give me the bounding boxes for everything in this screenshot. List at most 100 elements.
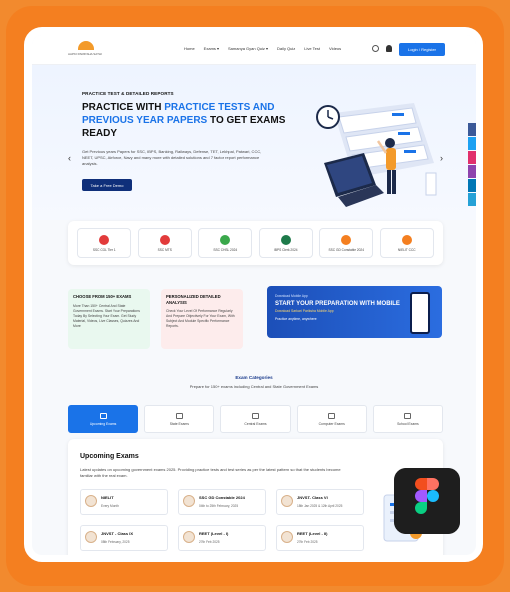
exam-name: REET (Level - II) — [297, 531, 328, 536]
exam-chip-label: SSC GD Constable 2024 — [328, 247, 364, 252]
exam-card[interactable]: SSC GD Constable 2024 04th to 25th Februa… — [178, 489, 266, 515]
exam-name: SSC GD Constable 2024 — [199, 495, 245, 500]
government-icon — [252, 412, 259, 419]
tab-central-exams[interactable]: Central Exams — [220, 405, 291, 433]
exam-chip[interactable]: SSC GD Constable 2024 — [319, 228, 374, 258]
mobile-app-banner[interactable]: Download Mobile App START YOUR PREPARATI… — [267, 286, 442, 338]
telegram-icon[interactable] — [468, 193, 476, 206]
tab-label: State Exams — [169, 421, 189, 426]
tab-state-exams[interactable]: State Exams — [144, 405, 215, 433]
app-banner-eyebrow: Download Mobile App — [275, 294, 308, 298]
exam-date: 08th February, 2025 — [101, 540, 130, 544]
nav-link-videos[interactable]: Videos — [329, 46, 341, 51]
login-register-button[interactable]: Login / Register — [399, 43, 445, 56]
exam-chip[interactable]: IBPS Clerk 2024 — [258, 228, 313, 258]
hero-section: ‹ › PRACTICE TEST & DETAILED REPORTS PRA… — [32, 65, 476, 220]
ssc-logo-icon — [99, 234, 110, 245]
tab-school-exams[interactable]: School Exams — [372, 405, 444, 433]
ssc-logo-icon — [341, 234, 352, 245]
computer-icon — [328, 412, 336, 419]
ssc-logo-icon — [159, 234, 170, 245]
feature-card-exams: CHOOSE FROM 150+ EXAMS More Than 150+ Ce… — [68, 289, 150, 349]
twitter-icon[interactable] — [468, 137, 476, 150]
app-banner-title: START YOUR PREPARATION WITH MOBILE — [275, 301, 400, 307]
tab-label: School Exams — [397, 421, 419, 426]
feature-card-analysis: PERSONALIZED DETAILED ANALYSIS Check You… — [161, 289, 243, 349]
search-icon[interactable] — [372, 45, 379, 52]
exam-date: 27th Feb 2025 — [199, 540, 220, 544]
exam-card[interactable]: REET (Level - II) 27th Feb 2025 — [276, 525, 364, 551]
share-icon[interactable] — [468, 165, 476, 178]
app-banner-tagline: Practice anytime, anywhere — [275, 317, 317, 321]
exam-logo-icon — [281, 495, 293, 507]
exam-date: Every Month — [101, 504, 119, 508]
facebook-icon[interactable] — [468, 123, 476, 136]
social-share-bar — [468, 123, 476, 206]
hero-description: Get Previous years Papers for SSC, IBPS,… — [82, 149, 262, 166]
upcoming-exams-title: Upcoming Exams — [80, 453, 139, 460]
figma-logo-icon — [394, 468, 460, 534]
exam-logo-icon — [85, 495, 97, 507]
tab-upcoming-exams[interactable]: Upcoming Exams — [68, 405, 139, 433]
instagram-icon[interactable] — [468, 151, 476, 164]
calendar-icon — [99, 412, 107, 419]
nav-links: Home Exams ▾ Samanya Gyan Quiz ▾ Daily Q… — [184, 46, 341, 51]
exam-chip[interactable]: SSC MTS — [137, 228, 192, 258]
nav-link-exams[interactable]: Exams ▾ — [204, 46, 219, 51]
exam-chip-label: IBPS Clerk 2024 — [273, 247, 298, 252]
nav-link-samanya-gyan-quiz[interactable]: Samanya Gyan Quiz ▾ — [228, 46, 268, 51]
exam-chip-label: SSC CHSL 2024 — [213, 247, 238, 252]
tab-label: Central Exams — [244, 421, 267, 426]
app-banner-subtitle: Download Sarkari Pariksha Mobile App — [275, 309, 334, 313]
exam-chip-label: NIELIT CCC — [397, 247, 416, 252]
site-logo[interactable]: AAPKI PARIKSHA SATHI — [68, 41, 104, 59]
tab-label: Computer Exams — [318, 421, 345, 426]
bell-icon[interactable] — [386, 45, 392, 52]
feature-body: More Than 150+ Central And State Governm… — [73, 303, 140, 328]
feature-title: PERSONALIZED DETAILED ANALYSIS — [166, 294, 221, 305]
hero-title: PRACTICE WITH PRACTICE TESTS AND PREVIOU… — [82, 101, 292, 140]
exam-chip[interactable]: SSC CHSL 2024 — [198, 228, 253, 258]
nav-link-daily-quiz[interactable]: Daily Quiz — [277, 46, 295, 51]
exam-name: JNVST- Class VI — [297, 495, 328, 500]
exam-card[interactable]: JNVST- Class VI 18th Jan 2025 & 12th Apri… — [276, 489, 364, 515]
exam-chip[interactable]: SSC CGL Tier 1 — [77, 228, 132, 258]
hero-title-part-1: PRACTICE WITH — [82, 102, 165, 113]
exam-date: 04th to 25th February, 2025 — [199, 504, 239, 508]
exam-card[interactable]: JNVST - Class IX 08th February, 2025 — [80, 525, 168, 551]
exam-chip-label: SSC MTS — [157, 247, 172, 252]
exam-name: REET (Level - I) — [199, 531, 229, 536]
exam-card[interactable]: REET (Level - I) 27th Feb 2025 — [178, 525, 266, 551]
linkedin-icon[interactable] — [468, 179, 476, 192]
school-icon — [404, 412, 412, 419]
ssc-logo-icon — [220, 234, 231, 245]
tab-computer-exams[interactable]: Computer Exams — [296, 405, 367, 433]
building-icon — [175, 412, 183, 419]
hero-illustration — [316, 103, 437, 207]
exam-categories-header: Exam Categories Prepare for 150+ exams i… — [32, 375, 476, 389]
take-free-demo-button[interactable]: Take a Free Demo — [82, 179, 132, 191]
hero-eyebrow: PRACTICE TEST & DETAILED REPORTS — [82, 91, 174, 96]
exam-logo-icon — [183, 495, 195, 507]
exam-chip-label: SSC CGL Tier 1 — [92, 247, 116, 252]
hero-prev-arrow[interactable]: ‹ — [68, 153, 71, 163]
nav-link-live-test[interactable]: Live Test — [304, 46, 320, 51]
ibps-logo-icon — [280, 234, 291, 245]
exam-chip[interactable]: NIELIT CCC — [379, 228, 434, 258]
exam-date: 27th Feb 2025 — [297, 540, 318, 544]
top-navbar: AAPKI PARIKSHA SATHI Home Exams ▾ Samany… — [32, 35, 476, 65]
exam-name: JNVST - Class IX — [101, 531, 134, 536]
exam-date: 18th Jan 2025 & 12th April 2025 — [297, 504, 343, 508]
nielit-logo-icon — [401, 234, 412, 245]
nav-link-home[interactable]: Home — [184, 46, 195, 51]
exam-logo-icon — [281, 531, 293, 543]
exam-name: NIELIT — [101, 495, 114, 500]
feature-title: CHOOSE FROM 150+ EXAMS — [73, 294, 132, 299]
logo-sun-icon — [78, 41, 94, 50]
upcoming-exams-panel: Upcoming Exams Latest updates on upcomin… — [68, 439, 443, 555]
phone-mockup-icon — [410, 292, 430, 334]
category-tabs: Upcoming Exams State Exams Central Exams… — [68, 405, 444, 433]
logo-text: AAPKI PARIKSHA SATHI — [68, 52, 102, 56]
exam-card[interactable]: NIELIT Every Month — [80, 489, 168, 515]
upcoming-exams-description: Latest updates on upcoming government ex… — [80, 467, 341, 478]
